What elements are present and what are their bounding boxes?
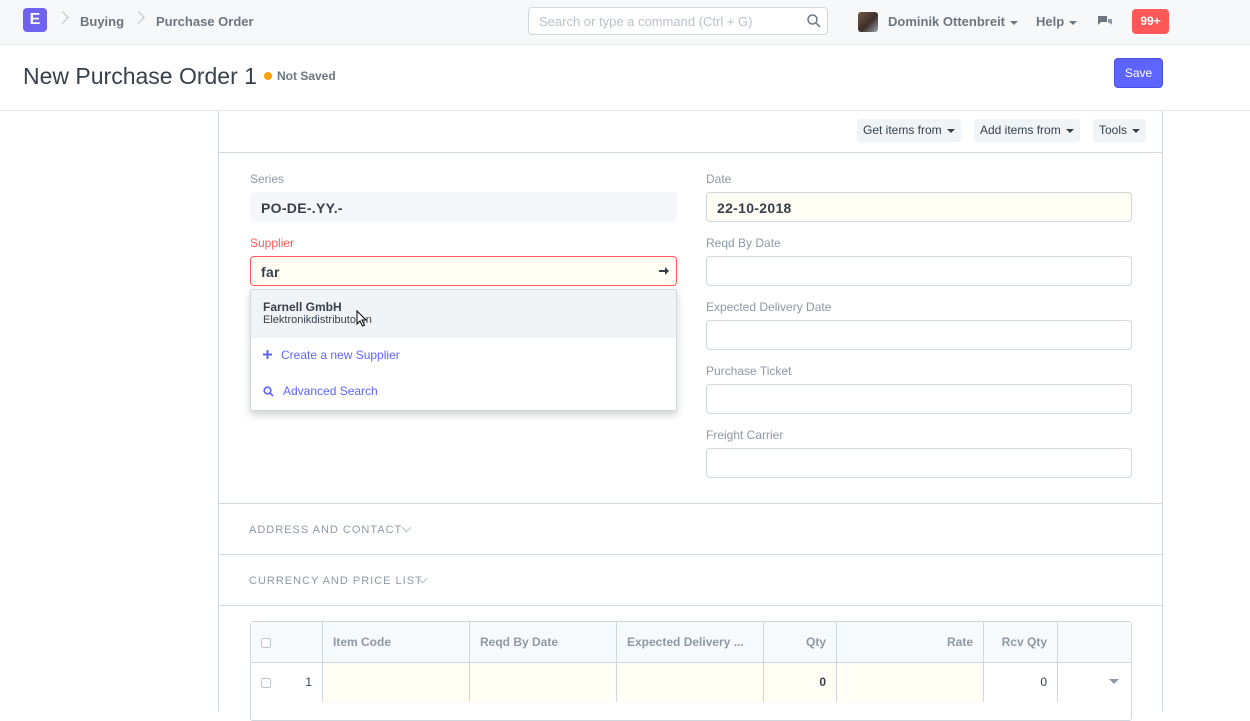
reqd-by-date-label: Reqd By Date (706, 236, 781, 250)
status-indicator-icon (264, 72, 272, 80)
divider (219, 605, 1162, 606)
date-label: Date (706, 172, 732, 186)
user-menu[interactable]: Dominik Ottenbreit (888, 14, 1019, 29)
caret-down-icon (946, 128, 955, 133)
row-actions[interactable] (1058, 662, 1131, 702)
section-title: ADDRESS AND CONTACT (249, 524, 403, 536)
option-name: Farnell GmbH (263, 300, 342, 314)
expected-delivery-label: Expected Delivery Date (706, 300, 832, 314)
freight-carrier-field[interactable] (706, 448, 1132, 478)
address-contact-section[interactable]: ADDRESS AND CONTACT (219, 503, 1162, 554)
add-items-label: Add items from (980, 123, 1061, 137)
form-body: Get items from Add items from Tools Seri… (218, 111, 1163, 721)
purchase-ticket-label: Purchase Ticket (706, 364, 792, 378)
notification-badge[interactable]: 99+ (1132, 9, 1169, 34)
purchase-ticket-field[interactable] (706, 384, 1132, 414)
expected-delivery-field[interactable] (706, 320, 1132, 350)
supplier-label: Supplier (250, 236, 295, 250)
caret-down-icon (1132, 128, 1141, 133)
search-bar (528, 7, 828, 35)
supplier-input[interactable]: far (250, 256, 677, 286)
status-badge: Not Saved (277, 69, 336, 83)
search-icon (263, 386, 274, 397)
caret-down-icon (1069, 20, 1078, 25)
chevron-right-icon (56, 11, 69, 24)
rcv-qty-cell: 0 (984, 662, 1058, 702)
currency-price-section[interactable]: CURRENCY AND PRICE LIST (219, 554, 1162, 605)
column-header[interactable]: Reqd By Date (470, 622, 617, 662)
get-items-button[interactable]: Get items from (857, 119, 961, 142)
user-name: Dominik Ottenbreit (888, 14, 1006, 29)
plus-icon (263, 350, 272, 359)
app-logo[interactable]: E (23, 8, 47, 32)
freight-carrier-label: Freight Carrier (706, 428, 784, 442)
select-all-header (251, 622, 323, 662)
column-header[interactable]: Rate (837, 622, 984, 662)
get-items-label: Get items from (863, 123, 942, 137)
page-title: New Purchase Order 1 (23, 63, 257, 89)
column-header[interactable]: Item Code (323, 622, 470, 662)
breadcrumb-buying[interactable]: Buying (80, 14, 124, 29)
qty-cell[interactable]: 0 (764, 662, 837, 702)
section-title: CURRENCY AND PRICE LIST (249, 575, 423, 587)
create-supplier-link[interactable]: Create a new Supplier (251, 346, 676, 366)
breadcrumb-purchase-order[interactable]: Purchase Order (156, 14, 254, 29)
advanced-search-label: Advanced Search (283, 384, 378, 398)
save-button[interactable]: Save (1114, 58, 1163, 88)
item-code-cell[interactable] (323, 662, 470, 702)
avatar[interactable] (858, 12, 878, 32)
reqd-by-date-field[interactable] (706, 256, 1132, 286)
column-header[interactable]: Qty (764, 622, 837, 662)
rate-cell[interactable] (837, 662, 984, 702)
chevron-right-icon (132, 11, 145, 24)
page-header: New Purchase Order 1 Not Saved Save (0, 45, 1250, 111)
column-header[interactable]: Rcv Qty (984, 622, 1058, 662)
tools-label: Tools (1099, 123, 1128, 137)
supplier-option[interactable]: Farnell GmbH Elektronikdistributoren (251, 290, 676, 338)
date-field[interactable]: 22-10-2018 (706, 192, 1132, 222)
arrow-right-icon[interactable] (658, 265, 670, 277)
help-menu[interactable]: Help (1036, 14, 1078, 29)
chat-icon[interactable] (1097, 14, 1113, 30)
help-label: Help (1036, 14, 1065, 29)
tools-button[interactable]: Tools (1093, 119, 1147, 142)
reqd-by-date-cell[interactable] (470, 662, 617, 702)
table-row[interactable]: 1 (251, 662, 323, 702)
mouse-cursor-icon (356, 310, 368, 327)
form-toolbar: Get items from Add items from Tools (219, 111, 1162, 153)
search-input[interactable] (529, 8, 799, 34)
advanced-search-link[interactable]: Advanced Search (251, 382, 676, 402)
series-label: Series (250, 172, 285, 186)
add-items-button[interactable]: Add items from (974, 119, 1080, 142)
supplier-autocomplete: Farnell GmbH Elektronikdistributoren Cre… (250, 289, 677, 411)
expected-delivery-cell[interactable] (617, 662, 764, 702)
navbar: E Buying Purchase Order Dominik Ottenbre… (0, 0, 1250, 45)
caret-down-icon (1109, 679, 1119, 684)
row-checkbox[interactable] (261, 677, 271, 688)
caret-down-icon (1065, 128, 1074, 133)
column-header[interactable]: Expected Delivery ... (617, 622, 764, 662)
caret-down-icon (1010, 20, 1019, 25)
row-index: 1 (305, 675, 312, 689)
date-value: 22-10-2018 (717, 200, 792, 216)
items-table: Item Code Reqd By Date Expected Delivery… (250, 621, 1132, 721)
column-header (1058, 622, 1131, 662)
supplier-value: far (261, 264, 280, 280)
chevron-down-icon (401, 522, 412, 533)
series-field[interactable]: PO-DE-.YY.- (250, 192, 677, 222)
select-all-checkbox[interactable] (261, 637, 271, 648)
series-value: PO-DE-.YY.- (261, 200, 343, 216)
create-supplier-label: Create a new Supplier (281, 348, 400, 362)
search-icon[interactable] (806, 13, 822, 29)
